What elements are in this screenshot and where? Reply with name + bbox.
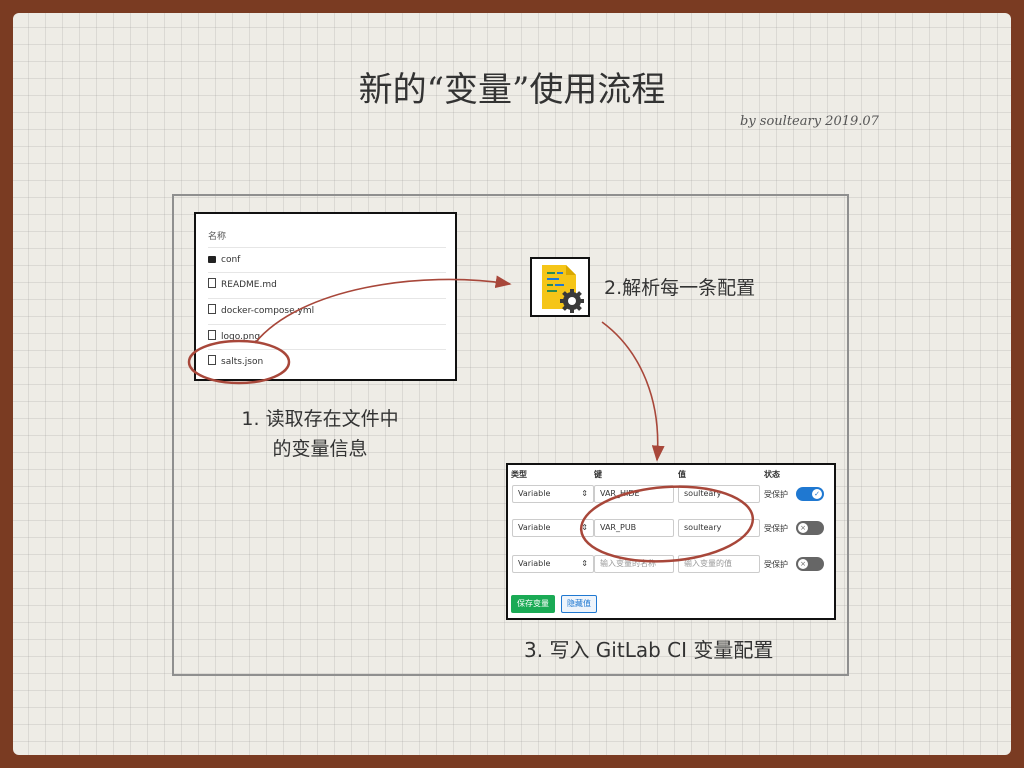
arrow-parser-to-variables xyxy=(601,321,665,462)
arrow-file-to-parser xyxy=(254,275,512,344)
highlight-circle-file xyxy=(187,339,291,385)
annotation-overlay xyxy=(187,275,755,563)
highlight-circle-variables xyxy=(579,485,755,563)
